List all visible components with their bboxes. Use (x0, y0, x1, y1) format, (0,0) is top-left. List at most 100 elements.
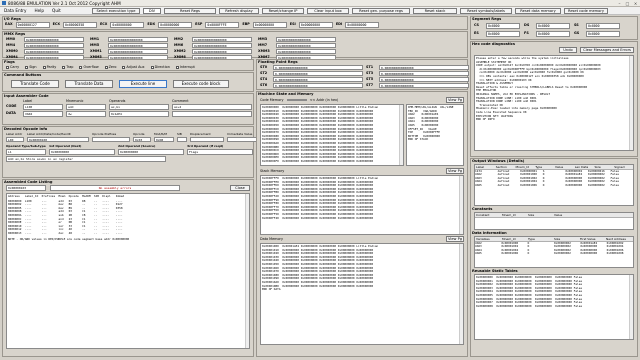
reset-regs-button[interactable]: Reset Regs (164, 8, 216, 14)
data-view-page-button[interactable]: View Pg (446, 236, 464, 242)
flag-item[interactable]: Overflow (79, 65, 99, 69)
operand-type-field[interactable]: L1 (6, 149, 46, 155)
fpu-reg-field[interactable]: 0.0000000000000000 (273, 83, 363, 88)
close-listing-button[interactable]: Close (230, 185, 250, 191)
flag-checkbox[interactable] (6, 65, 9, 69)
translate-code-button[interactable]: Translate Code (11, 80, 59, 88)
translate-data-button[interactable]: Translate Data (65, 80, 113, 88)
flag-checkbox[interactable] (122, 65, 126, 69)
decoded-field-value[interactable]: 0x00000100 (27, 137, 89, 142)
flag-item[interactable]: Carry (6, 65, 19, 69)
static-tables-scrollbar[interactable] (629, 275, 633, 339)
reset-gen-regs-button[interactable]: Reset gen. purpose regs (352, 8, 410, 14)
reg-field[interactable]: 0x00000000 (158, 22, 193, 28)
decoded-field-value[interactable] (190, 137, 224, 142)
minimize-icon[interactable]: – (616, 1, 623, 6)
menu-data-entry[interactable]: Data Entry (4, 8, 26, 13)
stack-view-page-button[interactable]: View Pg (446, 168, 464, 174)
mmx-reg-field[interactable]: 0x0000000000000000 (276, 37, 336, 42)
select-execution-type-button[interactable]: Select execution type (92, 8, 140, 14)
reg-field[interactable]: 0x00000000 (298, 22, 333, 28)
flag-item[interactable]: Adjust Aux (122, 65, 145, 69)
maximize-icon[interactable]: □ (624, 1, 631, 6)
flag-checkbox[interactable] (150, 65, 154, 69)
table-row[interactable]: VAR5 0x00001006 D 0x00000002 0x00000000 0x000… (475, 252, 633, 256)
flag-checkbox[interactable] (62, 65, 66, 69)
mmx-reg-field[interactable]: 0x0000000000000000 (108, 43, 168, 48)
stack-memory-scrollbar[interactable] (459, 176, 463, 234)
decoded-field-value[interactable]: 0x03 (133, 137, 151, 142)
flag-checkbox[interactable] (25, 65, 29, 69)
code-addr-input[interactable] (286, 99, 307, 101)
seg-fs-field[interactable]: 0x0000 (536, 31, 570, 37)
fpu-reg-field[interactable]: 0.0000000000000000 (379, 83, 469, 88)
dest-operand-field[interactable]: 0x00000000 (49, 149, 115, 155)
exec-type-select[interactable]: DIV (143, 8, 161, 14)
undo-button[interactable]: Undo (559, 47, 577, 53)
seg-ds-field[interactable]: 0x0000 (536, 23, 570, 29)
flag-item[interactable]: Interrupt (175, 65, 195, 69)
source-operand-field[interactable]: 0x00000000 (118, 149, 184, 155)
code-comment-input[interactable]: ax+2 (172, 104, 252, 110)
fpu-reg-field[interactable]: 0.0000000000000000 (379, 65, 469, 70)
data-comment-input[interactable] (172, 111, 252, 117)
stack-memory-line[interactable]: 0x0000FF40 0x00000000 0x00000000 0x00000… (262, 217, 462, 221)
clear-messages-button[interactable]: Clear Messages and Errors (580, 47, 634, 53)
reset-data-memory-button[interactable]: Reset data memory (515, 8, 561, 14)
decoded-field-value[interactable]: L00 (6, 137, 24, 142)
third-operand-field[interactable]: Flags (187, 149, 253, 155)
seg-ss-field[interactable]: 0x0000 (586, 23, 620, 29)
listing-address-field[interactable]: 0x00000103 (6, 185, 46, 191)
mmx-reg-field[interactable]: 0x0000000000000000 (192, 49, 252, 54)
flag-checkbox[interactable] (42, 65, 46, 69)
mmx-reg-field[interactable]: 0x0000000000000000 (108, 49, 168, 54)
fpu-reg-field[interactable]: 0.0000000000000000 (273, 77, 363, 82)
refresh-display-button[interactable]: Refresh display (219, 8, 259, 14)
clear-input-box-button[interactable]: Clear input box (307, 8, 349, 14)
code-memory-line[interactable]: 0x000000F0 0x00000000 0x00000000 0x00000… (262, 160, 402, 164)
flag-checkbox[interactable] (79, 65, 83, 69)
menu-quit[interactable]: Quit (52, 8, 61, 13)
code-label-input[interactable]: L100 (23, 104, 63, 110)
fpu-reg-field[interactable]: 0.0000000000000000 (273, 65, 363, 70)
code-mnemonic-input[interactable]: add (66, 104, 106, 110)
execute-line-button[interactable]: Execute line (119, 80, 167, 88)
data-memory-line[interactable]: END OF DATA (262, 288, 462, 292)
decoded-field-value[interactable] (177, 137, 187, 142)
mmx-reg-field[interactable]: 0x0000000000000000 (24, 37, 84, 42)
mmx-reg-field[interactable]: 0x0000000000000000 (24, 43, 84, 48)
close-icon[interactable]: × (632, 1, 639, 6)
flag-item[interactable]: Sign (25, 65, 37, 69)
reset-symbols-button[interactable]: Reset symbols/labels (460, 8, 512, 14)
table-row[interactable]: VAR5 defined 0x00001006 D 0x00000000 0x000000… (475, 184, 633, 188)
diagnostics-scrollbar[interactable] (629, 56, 633, 150)
reset-stack-button[interactable]: Reset stack (413, 8, 457, 14)
data-label-input[interactable]: VAR2 (23, 111, 63, 117)
decoded-field-value[interactable]: 0xD8 (154, 137, 174, 142)
data-memory-scrollbar[interactable] (459, 244, 463, 344)
reg-field[interactable]: 0x00000000 (345, 22, 380, 28)
reg-field[interactable]: 0x0000FFFE (205, 22, 240, 28)
code-operands-input[interactable]: ax,bx (109, 104, 169, 110)
fpu-reg-field[interactable]: 0.0000000000000000 (379, 77, 469, 82)
mmx-reg-field[interactable]: 0x0000000000000000 (108, 37, 168, 42)
mmx-reg-field[interactable]: 0x0000000000000000 (24, 49, 84, 54)
mmx-reg-field[interactable]: 0x0000000000000000 (276, 43, 336, 48)
flag-item[interactable]: Zero (104, 65, 116, 69)
decoded-field-value[interactable] (92, 137, 130, 142)
seg-cs-field[interactable]: 0x0000 (486, 23, 520, 29)
mmx-reg-field[interactable]: 0x0000000000000000 (276, 49, 336, 54)
reset-code-memory-button[interactable]: Reset code memory (564, 8, 608, 14)
flag-checkbox[interactable] (175, 65, 179, 69)
listing-scrollbar[interactable] (245, 194, 249, 348)
reg-eax-field[interactable]: 0x00000127 (15, 22, 50, 28)
fpu-reg-field[interactable]: 0.0000000000000000 (273, 71, 363, 76)
fpu-reg-field[interactable]: 0.0000000000000000 (379, 71, 469, 76)
seg-es-field[interactable]: 0x0000 (486, 31, 520, 37)
reg-field[interactable]: 0x00000000 (252, 22, 287, 28)
reg-field[interactable]: 0x00000358 (62, 22, 97, 28)
code-memory-scrollbar[interactable] (399, 105, 403, 165)
menu-help[interactable]: Help (34, 8, 44, 13)
flag-item[interactable]: Parity (42, 65, 56, 69)
execute-code-block-button[interactable]: Execute code block (173, 80, 229, 88)
